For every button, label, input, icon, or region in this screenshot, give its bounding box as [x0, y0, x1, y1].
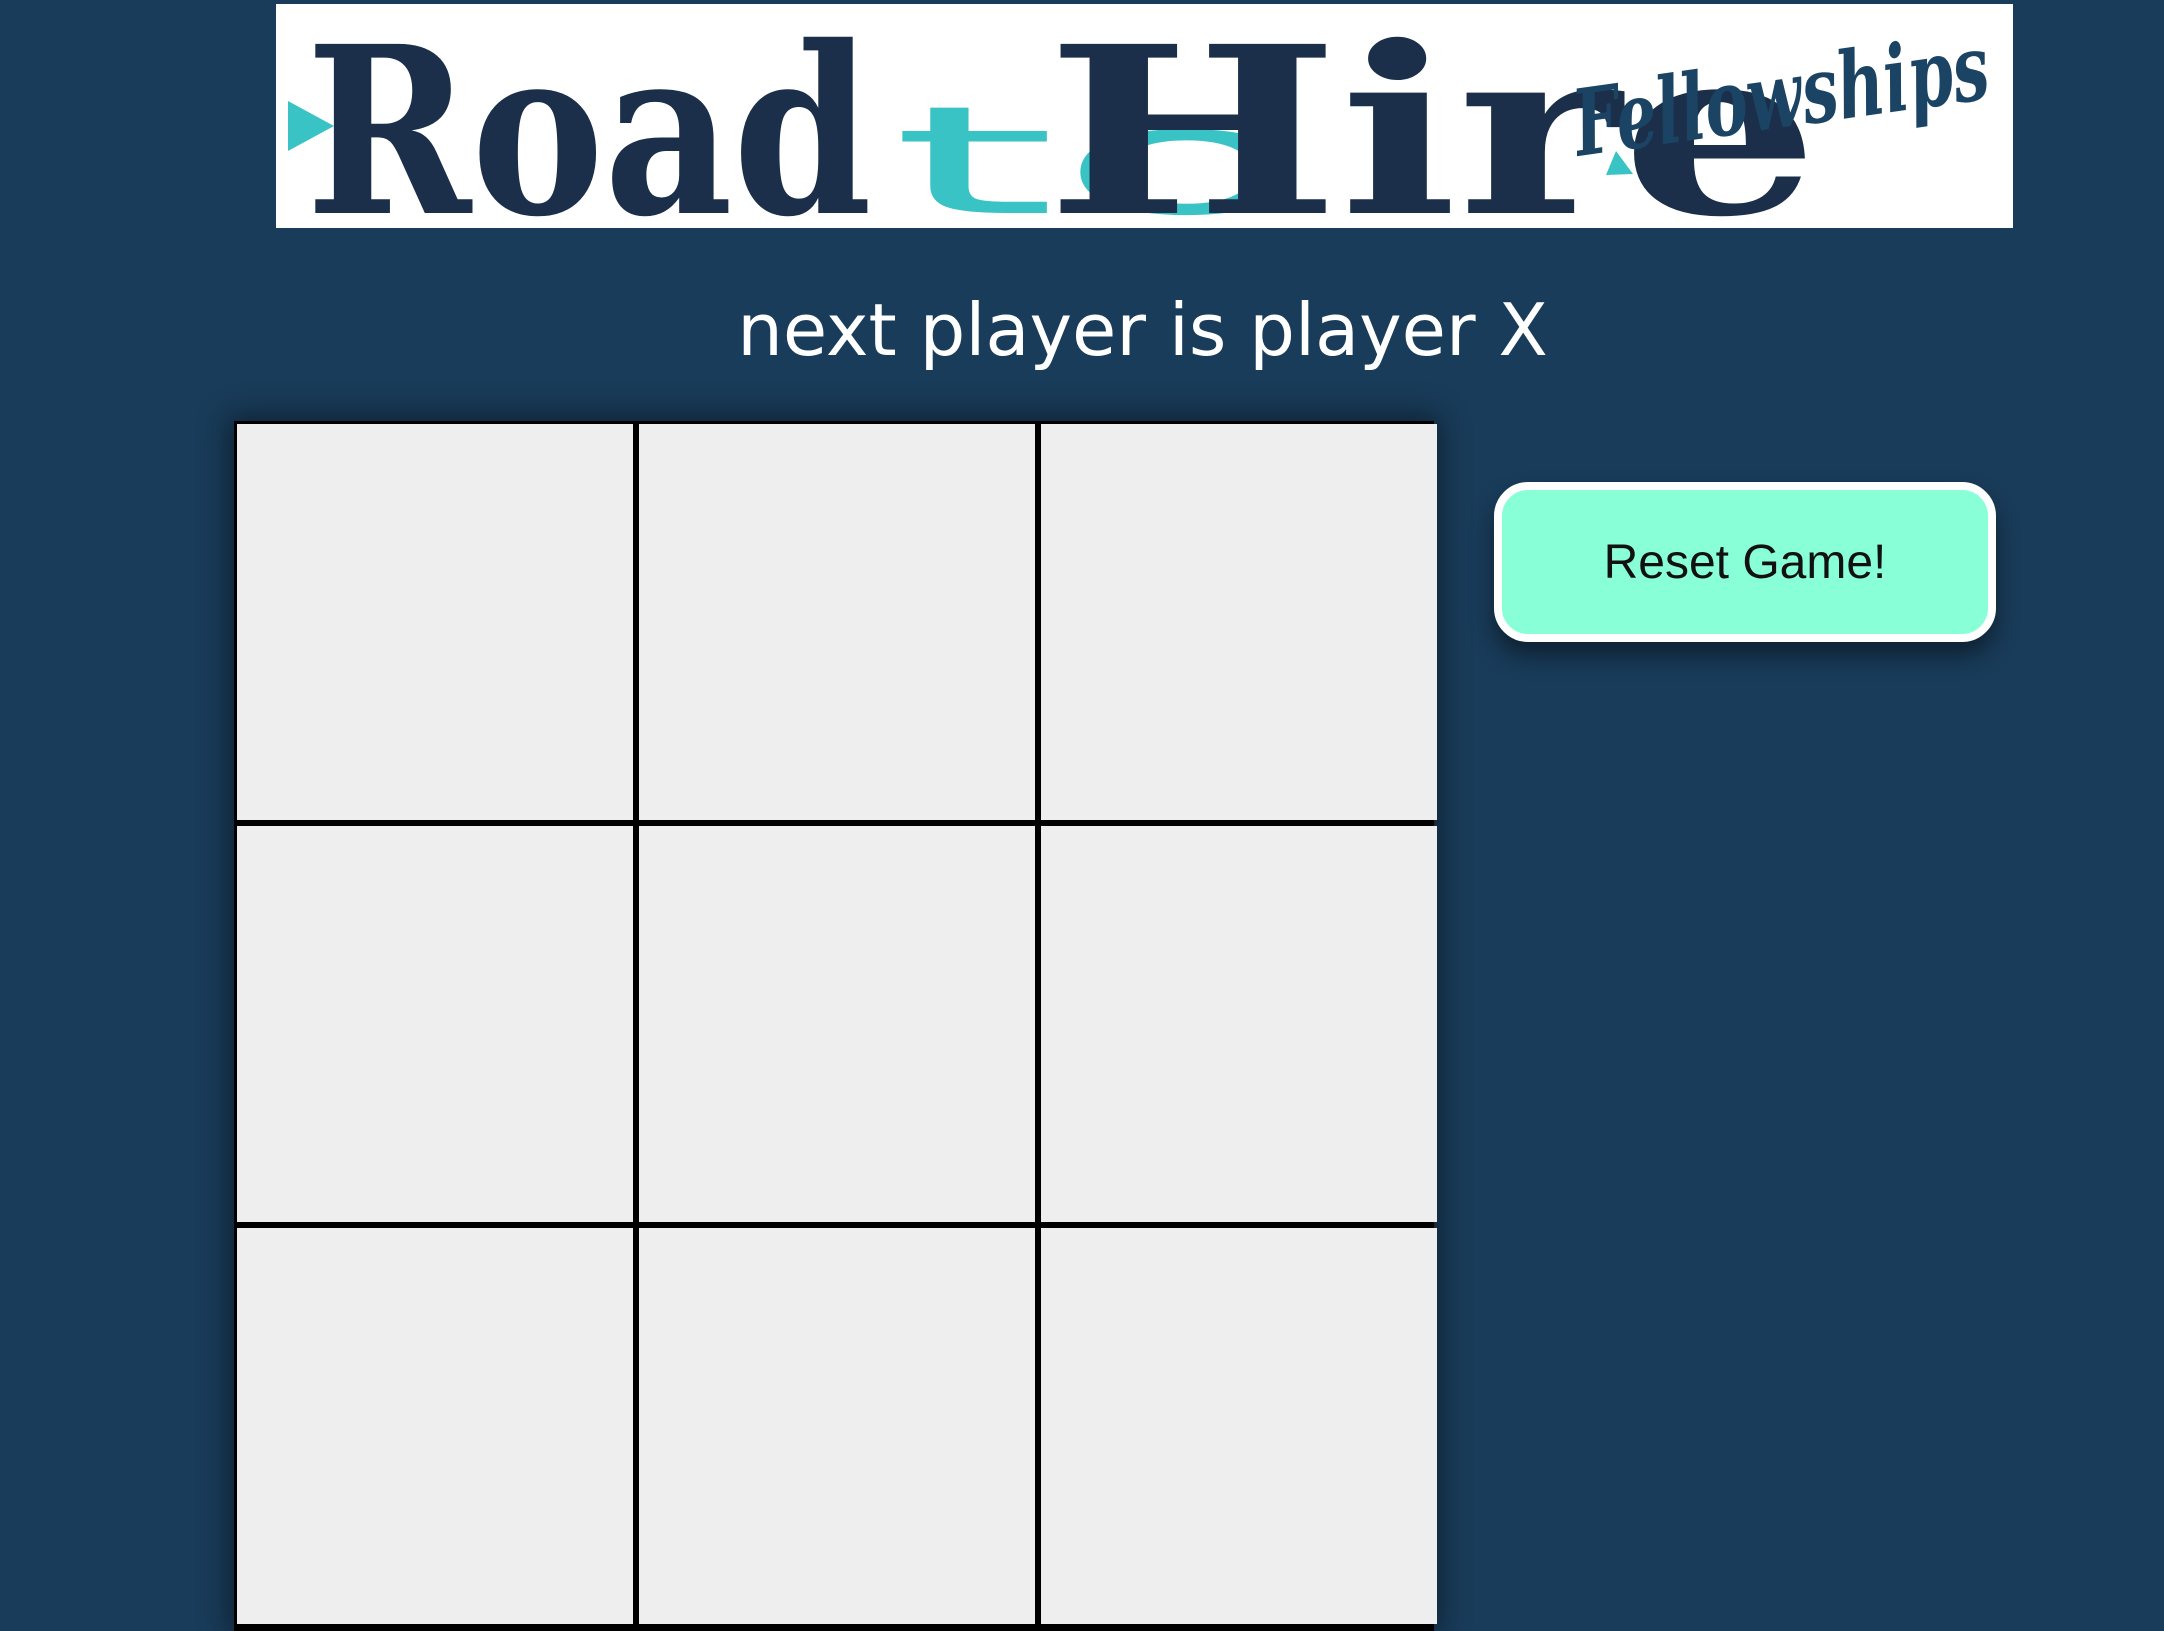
board-cell-2[interactable] — [639, 424, 1035, 820]
board-cell-5[interactable] — [639, 826, 1035, 1222]
board-cell-3[interactable] — [1041, 424, 1437, 820]
board-cell-1[interactable] — [237, 424, 633, 820]
board-cell-7[interactable] — [237, 1228, 633, 1624]
reset-game-button[interactable]: Reset Game! — [1494, 482, 1996, 642]
status-text: next player is player X — [737, 288, 1548, 372]
logo-word-road: Road — [306, 4, 872, 228]
road-to-hire-logo: Road to Hire Fellowships — [288, 4, 1995, 228]
logo-banner: Road to Hire Fellowships — [276, 4, 2013, 228]
board-cell-4[interactable] — [237, 826, 633, 1222]
board-cell-8[interactable] — [639, 1228, 1035, 1624]
board-cell-6[interactable] — [1041, 826, 1437, 1222]
game-board — [234, 421, 1437, 1631]
board-cell-9[interactable] — [1041, 1228, 1437, 1624]
